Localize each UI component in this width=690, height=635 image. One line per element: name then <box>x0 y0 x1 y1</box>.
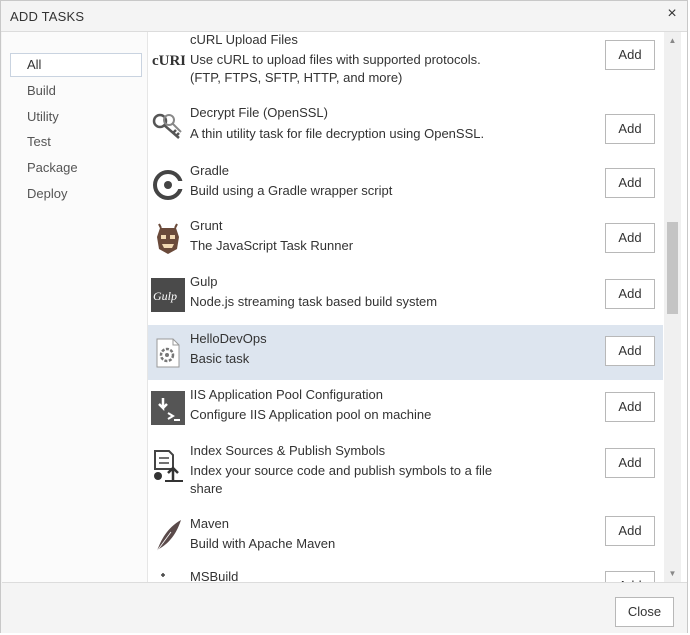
sidebar-item-utility[interactable]: Utility <box>10 105 142 129</box>
task-item[interactable]: MSBuild Add <box>148 565 663 582</box>
task-name: Maven <box>190 516 230 531</box>
dialog-title: ADD TASKS <box>10 9 85 24</box>
gear-document-icon <box>151 336 185 370</box>
task-list-scrollbar[interactable]: ▲ ▼ <box>664 32 681 582</box>
close-icon[interactable]: × <box>663 5 681 23</box>
task-item[interactable]: Decrypt File (OpenSSL) A thin utility ta… <box>148 102 663 152</box>
task-description: Index your source code and publish symbo… <box>190 463 493 496</box>
sidebar-item-all[interactable]: All <box>10 53 142 77</box>
task-name: HelloDevOps <box>190 331 267 346</box>
add-button[interactable]: Add <box>605 516 655 546</box>
add-tasks-dialog: ADD TASKS × All Build Utility Test Packa… <box>0 0 688 633</box>
add-button[interactable]: Add <box>605 448 655 478</box>
add-button[interactable]: Add <box>605 168 655 198</box>
add-button[interactable]: Add <box>605 336 655 366</box>
sidebar-item-deploy[interactable]: Deploy <box>10 182 142 206</box>
sidebar-item-test[interactable]: Test <box>10 130 142 154</box>
key-icon <box>151 110 185 144</box>
task-name: cURL Upload Files <box>190 32 298 47</box>
task-description: Build using a Gradle wrapper script <box>190 183 393 198</box>
add-button[interactable]: Add <box>605 114 655 144</box>
dialog-titlebar: ADD TASKS × <box>1 1 687 32</box>
task-item[interactable]: cURL cURL Upload Files Use cURL to uploa… <box>148 32 663 92</box>
task-description: Node.js streaming task based build syste… <box>190 294 438 309</box>
task-list: cURL cURL Upload Files Use cURL to uploa… <box>148 32 663 582</box>
task-name: Gulp <box>190 274 218 289</box>
add-button[interactable]: Add <box>605 40 655 70</box>
add-button[interactable]: Add <box>605 223 655 253</box>
add-button[interactable]: Add <box>605 279 655 309</box>
task-item-selected[interactable]: HelloDevOps Basic task Add <box>148 325 663 380</box>
index-publish-icon <box>151 449 185 483</box>
task-description: The JavaScript Task Runner <box>190 238 354 253</box>
grunt-icon <box>151 223 185 257</box>
msbuild-icon <box>151 569 185 582</box>
dialog-footer: Close <box>1 583 687 633</box>
task-item[interactable]: Maven Build with Apache Maven Add <box>148 510 663 565</box>
task-item[interactable]: Index Sources & Publish Symbols Index yo… <box>148 437 663 507</box>
task-description: Configure IIS Application pool on machin… <box>190 407 432 422</box>
task-name: Grunt <box>190 218 223 233</box>
task-name: Gradle <box>190 163 230 178</box>
gradle-icon <box>151 168 185 202</box>
close-button[interactable]: Close <box>615 597 674 627</box>
task-description: Basic task <box>190 351 250 366</box>
task-description: A thin utility task for file decryption … <box>190 126 485 141</box>
scroll-down-icon[interactable]: ▼ <box>664 565 681 582</box>
task-item[interactable]: Grunt The JavaScript Task Runner Add <box>148 213 663 265</box>
task-name: IIS Application Pool Configuration <box>190 387 383 402</box>
task-name: MSBuild <box>190 569 239 582</box>
task-item[interactable]: Gulp Gulp Node.js streaming task based b… <box>148 268 663 322</box>
add-button[interactable]: Add <box>605 571 655 582</box>
curl-icon: cURL <box>151 42 190 76</box>
svg-text:Gulp: Gulp <box>153 289 177 303</box>
add-button[interactable]: Add <box>605 392 655 422</box>
category-sidebar: All Build Utility Test Package Deploy <box>2 32 148 582</box>
task-item[interactable]: Gradle Build using a Gradle wrapper scri… <box>148 158 663 210</box>
maven-feather-icon <box>151 518 185 552</box>
task-description: Build with Apache Maven <box>190 536 336 551</box>
sidebar-item-build[interactable]: Build <box>10 79 142 103</box>
dialog-body: All Build Utility Test Package Deploy cU… <box>2 32 687 583</box>
scroll-up-icon[interactable]: ▲ <box>664 32 681 49</box>
task-description: Use cURL to upload files with supported … <box>190 52 481 85</box>
gulp-icon: Gulp <box>151 278 185 312</box>
task-item[interactable]: IIS Application Pool Configuration Confi… <box>148 381 663 436</box>
task-name: Decrypt File (OpenSSL) <box>190 105 328 120</box>
iis-download-icon <box>151 391 185 425</box>
scrollbar-thumb[interactable] <box>667 222 678 314</box>
task-name: Index Sources & Publish Symbols <box>190 443 386 458</box>
sidebar-item-package[interactable]: Package <box>10 156 142 180</box>
svg-text:cURL: cURL <box>152 53 185 69</box>
